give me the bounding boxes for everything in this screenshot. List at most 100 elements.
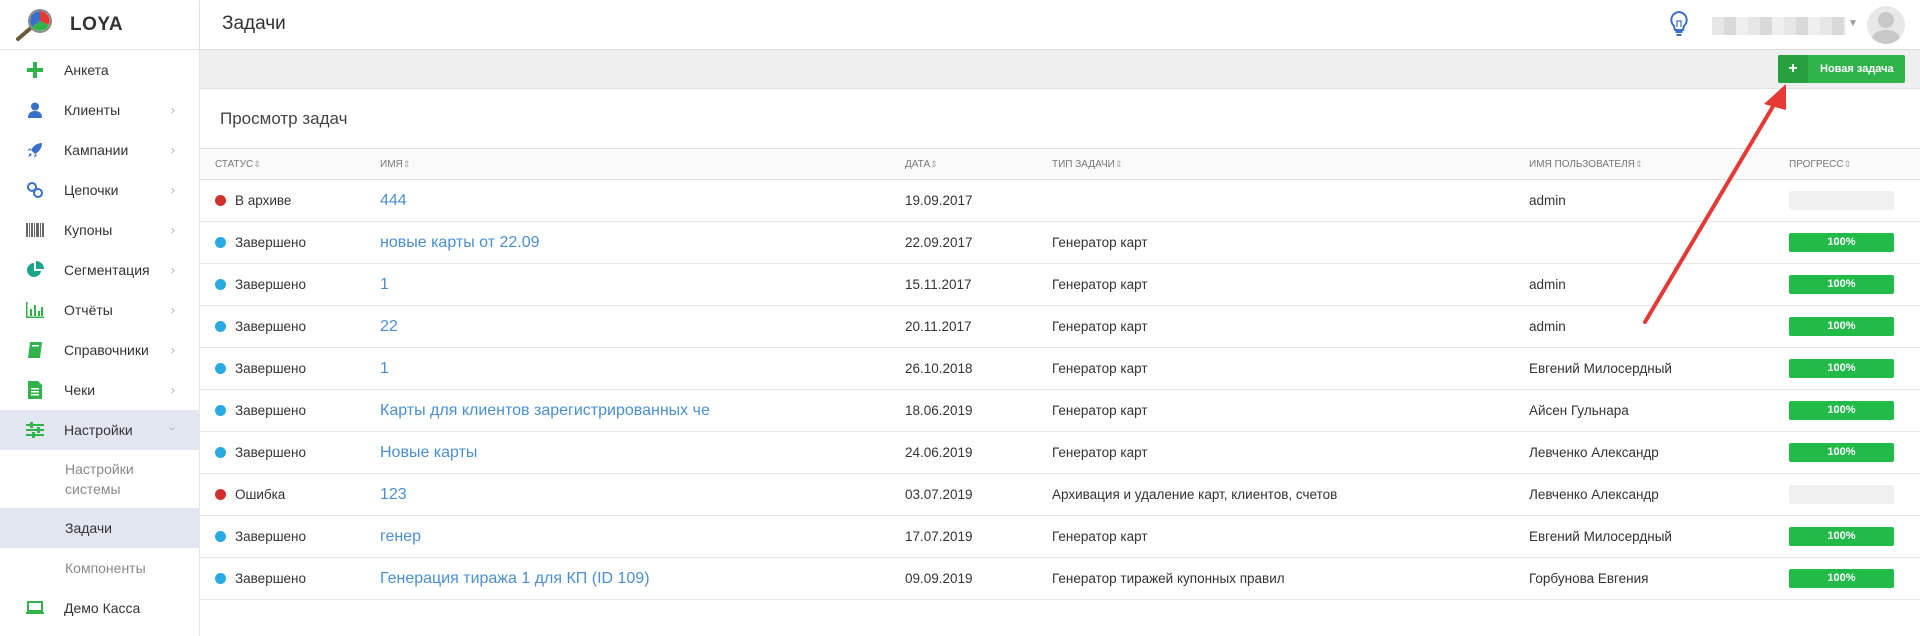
- tasks-panel: Просмотр задач СТАТУС⇕ ИМЯ⇕ ДАТА⇕ ТИП ЗА…: [200, 89, 1920, 636]
- status-dot: [215, 321, 226, 332]
- name-cell: 22: [380, 305, 905, 348]
- progress-cell: 100%: [1789, 557, 1920, 600]
- barcode-icon: [24, 219, 46, 241]
- sidebar-subitem-system-settings[interactable]: Настройки системы: [0, 450, 150, 508]
- status-cell: Завершено: [200, 347, 380, 390]
- progress-cell: 100%: [1789, 431, 1920, 474]
- chevron-right-icon: ›: [170, 222, 175, 237]
- table-row[interactable]: Завершено генер 17.07.2019 Генератор карт Ев…: [200, 515, 1920, 558]
- sidebar-item-demo-cashier[interactable]: Демо Касса: [0, 588, 199, 628]
- table-row[interactable]: Завершено Карты для клиентов зарегистриро…: [200, 389, 1920, 432]
- sidebar-item-segmentation[interactable]: Сегментация ›: [0, 250, 199, 290]
- sidebar-item-settings[interactable]: Настройки ›: [0, 410, 199, 450]
- task-name-link[interactable]: Генерация тиража 1 для КП (ID 109): [380, 570, 650, 587]
- status-cell: Завершено: [200, 221, 380, 264]
- task-name-link[interactable]: 1: [380, 360, 389, 377]
- progress-bar: [1789, 191, 1894, 210]
- status-text: Завершено: [235, 529, 307, 544]
- lightbulb-icon[interactable]: [1668, 10, 1690, 38]
- sidebar-item-campaigns[interactable]: Кампании ›: [0, 130, 199, 170]
- date-cell: 20.11.2017: [905, 305, 1052, 348]
- table-header-row: СТАТУС⇕ ИМЯ⇕ ДАТА⇕ ТИП ЗАДАЧИ⇕ ИМЯ ПОЛЬЗ…: [200, 148, 1920, 180]
- sidebar-item-clients[interactable]: Клиенты ›: [0, 90, 199, 130]
- task-name-link[interactable]: 1: [380, 276, 389, 293]
- task-name-link[interactable]: 444: [380, 192, 407, 209]
- sidebar-item-directories[interactable]: Справочники ›: [0, 330, 199, 370]
- status-cell: Завершено: [200, 557, 380, 600]
- caret-down-icon[interactable]: ▼: [1848, 18, 1858, 29]
- progress-cell: 100%: [1789, 389, 1920, 432]
- table-row[interactable]: Завершено Генерация тиража 1 для КП (ID 1…: [200, 557, 1920, 600]
- progress-bar: [1789, 485, 1894, 504]
- sidebar-item-label: Чеки: [64, 382, 96, 398]
- column-date[interactable]: ДАТА⇕: [905, 148, 1052, 180]
- task-name-link[interactable]: генер: [380, 528, 421, 545]
- task-name-link[interactable]: Карты для клиентов зарегистрированных че: [380, 402, 710, 419]
- user-name-cell: Евгений Милосердный: [1529, 347, 1789, 390]
- progress-label: 100%: [1827, 404, 1856, 416]
- sidebar-item-coupons[interactable]: Купоны ›: [0, 210, 199, 250]
- status-dot: [215, 237, 226, 248]
- date-cell: 09.09.2019: [905, 557, 1052, 600]
- rocket-icon: [24, 139, 46, 161]
- sidebar-subitem-components[interactable]: Компоненты: [0, 548, 199, 588]
- table-row[interactable]: Завершено 22 20.11.2017 Генератор карт admin…: [200, 305, 1920, 348]
- table-row[interactable]: Завершено 1 15.11.2017 Генератор карт admin 1…: [200, 263, 1920, 306]
- task-name-link[interactable]: 123: [380, 486, 407, 503]
- table-row[interactable]: Завершено новые карты от 22.09 22.09.2017 Г…: [200, 221, 1920, 264]
- sidebar-item-label: Отчёты: [64, 302, 113, 318]
- column-user-name[interactable]: ИМЯ ПОЛЬЗОВАТЕЛЯ⇕: [1529, 148, 1789, 180]
- task-name-link[interactable]: 22: [380, 318, 398, 335]
- date-cell: 18.06.2019: [905, 389, 1052, 432]
- user-name-cell: Левченко Александр: [1529, 473, 1789, 516]
- task-type-cell: Генератор тиражей купонных правил: [1052, 557, 1529, 600]
- logo[interactable]: LOYA: [0, 0, 199, 50]
- sidebar-subitem-tasks[interactable]: Задачи: [0, 508, 199, 548]
- task-type-cell: [1052, 179, 1529, 222]
- sidebar-item-label: Кампании: [64, 142, 129, 158]
- date-cell: 03.07.2019: [905, 473, 1052, 516]
- table-row[interactable]: Завершено 1 26.10.2018 Генератор карт Евгени…: [200, 347, 1920, 390]
- chevron-right-icon: ›: [170, 182, 175, 197]
- sidebar-item-label: Анкета: [64, 62, 109, 78]
- task-name-link[interactable]: новые карты от 22.09: [380, 234, 540, 251]
- chevron-down-icon: ›: [165, 426, 181, 431]
- sort-icon: ⇕: [253, 158, 261, 169]
- user-icon: [24, 99, 46, 121]
- chevron-right-icon: ›: [170, 302, 175, 317]
- progress-cell: 100%: [1789, 221, 1920, 264]
- user-name-cell: Евгений Милосердный: [1529, 515, 1789, 558]
- user-name-blurred[interactable]: [1712, 17, 1846, 35]
- sidebar-item-label: Купоны: [64, 222, 113, 238]
- date-cell: 19.09.2017: [905, 179, 1052, 222]
- status-cell: Завершено: [200, 431, 380, 474]
- table-row[interactable]: В архиве 444 19.09.2017 admin: [200, 179, 1920, 222]
- table-row[interactable]: Ошибка 123 03.07.2019 Архивация и удаление …: [200, 473, 1920, 516]
- column-task-type[interactable]: ТИП ЗАДАЧИ⇕: [1052, 148, 1529, 180]
- progress-label: 100%: [1827, 530, 1856, 542]
- avatar[interactable]: [1867, 6, 1905, 44]
- column-progress[interactable]: ПРОГРЕСС⇕: [1789, 148, 1920, 180]
- task-name-link[interactable]: Новые карты: [380, 444, 477, 461]
- status-dot: [215, 573, 226, 584]
- column-name[interactable]: ИМЯ⇕: [380, 148, 905, 180]
- name-cell: 444: [380, 179, 905, 222]
- status-dot: [215, 531, 226, 542]
- table-row[interactable]: Завершено Новые карты 24.06.2019 Генератор …: [200, 431, 1920, 474]
- status-cell: Завершено: [200, 389, 380, 432]
- sidebar-item-anketa[interactable]: Анкета: [0, 50, 199, 90]
- column-status[interactable]: СТАТУС⇕: [200, 148, 380, 180]
- status-cell: Завершено: [200, 263, 380, 306]
- receipt-icon: [24, 379, 46, 401]
- user-name-cell: admin: [1529, 179, 1789, 222]
- sidebar-item-receipts[interactable]: Чеки ›: [0, 370, 199, 410]
- status-text: Завершено: [235, 361, 307, 376]
- sidebar-item-chains[interactable]: Цепочки ›: [0, 170, 199, 210]
- progress-bar: 100%: [1789, 569, 1894, 588]
- progress-label: 100%: [1827, 278, 1856, 290]
- sidebar-item-reports[interactable]: Отчёты ›: [0, 290, 199, 330]
- sidebar-item-label: Клиенты: [64, 102, 121, 118]
- progress-cell: [1789, 473, 1920, 516]
- new-task-button[interactable]: + Новая задача: [1778, 55, 1905, 83]
- sidebar: LOYA Анкета Клиенты › Кампании › Цепочки…: [0, 0, 200, 636]
